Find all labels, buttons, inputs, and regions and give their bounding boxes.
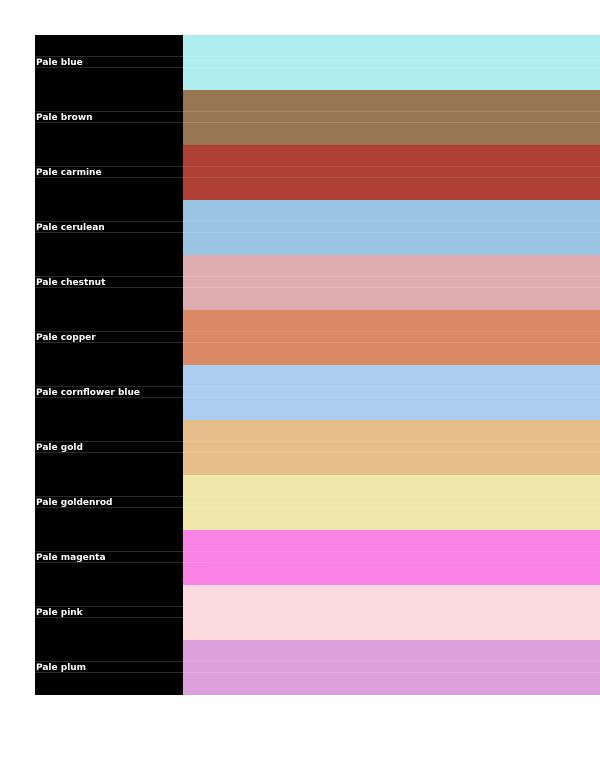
color-swatch — [183, 145, 600, 200]
color-name: Pale pink — [35, 585, 183, 640]
swatch-row: Pale pink — [35, 585, 600, 640]
color-name: Pale blue — [35, 35, 183, 90]
color-swatch — [183, 475, 600, 530]
color-name: Pale plum — [35, 640, 183, 695]
color-name: Pale goldenrod — [35, 475, 183, 530]
swatch-row: Pale blue — [35, 35, 600, 90]
color-swatch — [183, 640, 600, 695]
swatch-row: Pale cerulean — [35, 200, 600, 255]
color-name: Pale brown — [35, 90, 183, 145]
swatch-row: Pale plum — [35, 640, 600, 695]
color-name: Pale magenta — [35, 530, 183, 585]
swatch-row: Pale carmine — [35, 145, 600, 200]
color-swatch — [183, 255, 600, 310]
color-swatch — [183, 530, 600, 585]
swatch-row: Pale chestnut — [35, 255, 600, 310]
color-name: Pale gold — [35, 420, 183, 475]
color-swatch — [183, 200, 600, 255]
swatch-row: Pale copper — [35, 310, 600, 365]
color-name: Pale chestnut — [35, 255, 183, 310]
color-swatch — [183, 310, 600, 365]
color-name: Pale copper — [35, 310, 183, 365]
color-swatch — [183, 90, 600, 145]
color-swatch — [183, 420, 600, 475]
color-name: Pale cornflower blue — [35, 365, 183, 420]
color-swatch — [183, 365, 600, 420]
color-swatch-table: Pale blue Pale brown Pale carmine Pale c… — [35, 35, 600, 695]
color-swatch — [183, 35, 600, 90]
color-name: Pale carmine — [35, 145, 183, 200]
swatch-row: Pale magenta — [35, 530, 600, 585]
color-swatch — [183, 585, 600, 640]
swatch-row: Pale brown — [35, 90, 600, 145]
swatch-row: Pale gold — [35, 420, 600, 475]
color-name: Pale cerulean — [35, 200, 183, 255]
swatch-row: Pale goldenrod — [35, 475, 600, 530]
swatch-row: Pale cornflower blue — [35, 365, 600, 420]
